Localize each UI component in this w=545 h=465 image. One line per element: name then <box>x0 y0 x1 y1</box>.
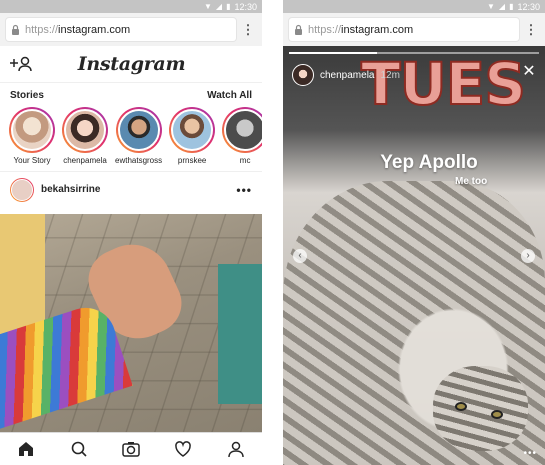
battery-icon: ▮ <box>509 1 514 11</box>
camera-icon[interactable] <box>121 439 141 459</box>
watch-all-link[interactable]: Watch All <box>207 90 252 101</box>
status-bar: ▼ ◢ ▮ 12:30 <box>0 0 262 13</box>
add-friend-icon[interactable] <box>10 56 32 72</box>
avatar <box>115 107 162 153</box>
browser-toolbar: https://instagram.com ⋮ <box>0 13 262 46</box>
post-image[interactable] <box>0 214 262 432</box>
story-label: ewthatsgross <box>115 156 163 165</box>
lock-icon <box>295 24 302 35</box>
chevron-left-icon[interactable]: ‹ <box>293 249 307 263</box>
cat-head <box>433 366 528 451</box>
app-logo: Instagram <box>77 53 186 75</box>
chevron-right-icon[interactable]: › <box>521 249 535 263</box>
story-item[interactable]: prnskee <box>169 107 216 165</box>
table-edge <box>0 214 45 334</box>
url-protocol: https:// <box>308 23 342 36</box>
close-icon[interactable]: ✕ <box>521 64 537 80</box>
browser-toolbar: https://instagram.com ⋮ <box>283 13 545 46</box>
avatar <box>222 107 262 153</box>
story-label: mc <box>239 156 251 165</box>
story-timestamp: 12m <box>380 69 400 81</box>
status-time: 12:30 <box>517 1 540 12</box>
story-screen: ▼ ◢ ▮ 12:30 https://instagram.com ⋮ TUES… <box>283 0 545 465</box>
battery-icon: ▮ <box>226 1 231 11</box>
avatar[interactable] <box>10 177 34 202</box>
url-host: instagram.com <box>58 23 131 36</box>
feed-screen: ▼ ◢ ▮ 12:30 https://instagram.com ⋮ Inst… <box>0 0 262 465</box>
story-label: chenpamela <box>63 156 107 165</box>
story-item[interactable]: mc <box>222 107 262 165</box>
story-viewer[interactable]: TUES chenpamela 12m ✕ Yep Apollo Me too … <box>283 46 545 465</box>
wifi-icon: ▼ <box>486 1 495 11</box>
avatar <box>169 107 216 153</box>
story-caption: Yep Apollo <box>380 152 478 173</box>
story-label: prnskee <box>177 156 207 165</box>
url-protocol: https:// <box>25 23 59 36</box>
browser-menu-icon[interactable]: ⋮ <box>240 22 256 38</box>
app-header: Instagram <box>0 46 262 83</box>
browser-menu-icon[interactable]: ⋮ <box>523 22 539 38</box>
status-bar: ▼ ◢ ▮ 12:30 <box>283 0 545 13</box>
more-options-icon[interactable]: ••• <box>236 183 252 197</box>
url-field[interactable]: https://instagram.com <box>6 18 236 41</box>
avatar <box>292 64 314 86</box>
home-icon[interactable] <box>16 439 36 459</box>
teal-board <box>218 264 262 404</box>
cat-eye <box>455 402 467 411</box>
status-time: 12:30 <box>234 1 257 12</box>
story-label: Your Story <box>13 156 51 165</box>
story-username: chenpamela <box>320 69 375 81</box>
avatar <box>9 107 55 153</box>
signal-icon: ◢ <box>498 1 506 11</box>
post-username[interactable]: bekahsirrine <box>41 184 236 195</box>
url-field[interactable]: https://instagram.com <box>289 18 519 41</box>
stories-tray: Your Story chenpamela ewthatsgross prnsk… <box>0 101 262 165</box>
profile-icon[interactable] <box>226 439 246 459</box>
wifi-icon: ▼ <box>203 1 212 11</box>
heart-icon[interactable] <box>173 439 193 459</box>
more-options-icon[interactable]: ••• <box>523 448 537 459</box>
bottom-nav <box>0 432 262 465</box>
story-item[interactable]: chenpamela <box>62 107 108 165</box>
signal-icon: ◢ <box>215 1 223 11</box>
story-item[interactable]: ewthatsgross <box>115 107 162 165</box>
story-sub-caption: Me too <box>455 176 488 187</box>
cat-eye <box>491 410 503 419</box>
url-host: instagram.com <box>341 23 414 36</box>
stories-header: Stories Watch All <box>0 83 262 101</box>
lock-icon <box>12 24 19 35</box>
story-item[interactable]: Your Story <box>9 107 55 165</box>
avatar <box>62 107 108 153</box>
post-header: bekahsirrine ••• <box>0 171 262 207</box>
search-icon[interactable] <box>69 439 89 459</box>
stories-title: Stories <box>10 90 44 101</box>
story-author[interactable]: chenpamela 12m <box>292 64 400 86</box>
